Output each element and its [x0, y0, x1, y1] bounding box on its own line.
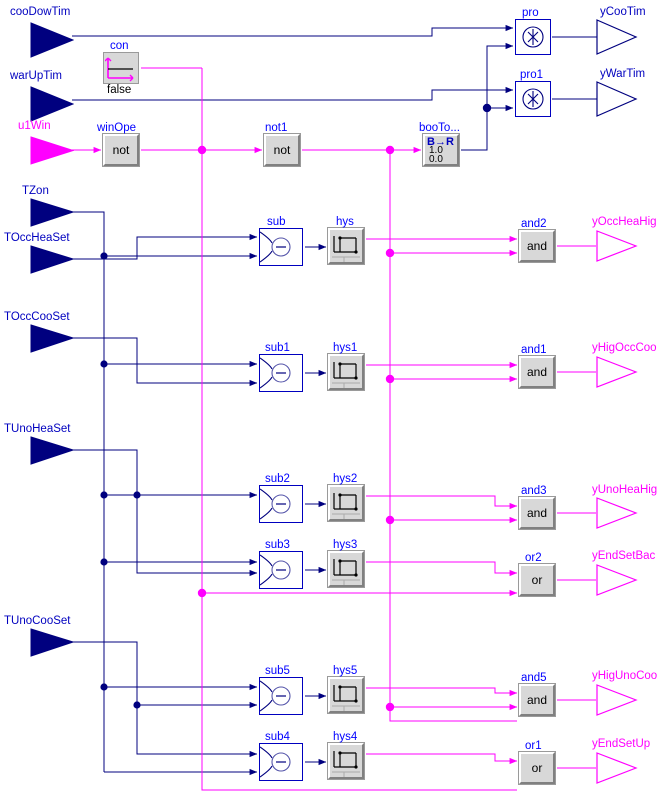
- output-label-yOccHeaHig: yOccHeaHig: [592, 216, 657, 228]
- input-label-TZon: TZon: [22, 185, 49, 197]
- block-booToRea[interactable]: B→R 1.0 0.0: [423, 134, 459, 166]
- block-label-or1: or1: [525, 740, 542, 752]
- block-con[interactable]: [103, 52, 139, 84]
- block-sub4[interactable]: [259, 743, 303, 781]
- block-label-winOpe: winOpe: [97, 122, 136, 134]
- block-winOpe[interactable]: not: [103, 134, 139, 166]
- output-connector-yWarTim[interactable]: [596, 81, 638, 122]
- block-hys[interactable]: [328, 228, 364, 264]
- block-or2[interactable]: or: [519, 564, 555, 596]
- block-label-hys2: hys2: [333, 473, 358, 485]
- output-label-yEndSetUp: yEndSetUp: [592, 738, 651, 750]
- block-label-sub4: sub4: [265, 731, 290, 743]
- block-and2[interactable]: and: [519, 230, 555, 262]
- output-connector-yEndSetBac[interactable]: [596, 564, 638, 601]
- input-connector-TUnoCooSet[interactable]: [30, 628, 75, 663]
- block-sub5[interactable]: [259, 677, 303, 715]
- block-caption-or1: or: [531, 761, 543, 775]
- block-value-con: false: [107, 84, 132, 96]
- block-and1[interactable]: and: [519, 356, 555, 388]
- block-pro1[interactable]: [515, 81, 551, 117]
- block-sub1[interactable]: [259, 354, 303, 392]
- block-label-pro1: pro1: [520, 69, 544, 81]
- block-not1[interactable]: not: [264, 134, 300, 166]
- input-connector-cooDowTim[interactable]: [30, 22, 75, 63]
- block-sub[interactable]: [259, 228, 303, 266]
- block-value-low-booToRea: 0.0: [429, 154, 443, 165]
- block-label-sub5: sub5: [265, 665, 290, 677]
- block-hys3[interactable]: [328, 551, 364, 587]
- output-label-yCooTim: yCooTim: [600, 6, 646, 18]
- input-label-TUnoCooSet: TUnoCooSet: [4, 615, 71, 627]
- input-connector-TUnoHeaSet[interactable]: [30, 436, 75, 471]
- output-label-yHigUnoCoo: yHigUnoCoo: [592, 670, 658, 682]
- output-label-yWarTim: yWarTim: [600, 68, 646, 80]
- block-label-hys: hys: [336, 216, 354, 228]
- block-caption-winOpe: not: [112, 143, 130, 157]
- input-label-TOccHeaSet: TOccHeaSet: [4, 232, 70, 244]
- block-label-booToRea: booTo...: [419, 122, 460, 134]
- block-caption-and5: and: [526, 693, 548, 707]
- block-label-sub3: sub3: [265, 539, 290, 551]
- input-label-TOccCooSet: TOccCooSet: [4, 311, 70, 323]
- block-and5[interactable]: and: [519, 684, 555, 716]
- block-label-hys4: hys4: [333, 731, 358, 743]
- input-connector-TZon[interactable]: [30, 198, 75, 233]
- input-connector-TOccHeaSet[interactable]: [30, 245, 75, 280]
- block-caption-and3: and: [526, 506, 548, 520]
- block-label-sub: sub: [267, 216, 286, 228]
- block-label-hys5: hys5: [333, 665, 358, 677]
- input-label-TUnoHeaSet: TUnoHeaSet: [4, 423, 71, 435]
- output-connector-yHigUnoCoo[interactable]: [596, 684, 638, 721]
- block-label-and3: and3: [521, 485, 547, 497]
- block-hys4[interactable]: [328, 743, 364, 779]
- block-label-hys1: hys1: [333, 342, 358, 354]
- block-label-and2: and2: [521, 218, 547, 230]
- block-hys1[interactable]: [328, 354, 364, 390]
- block-diagram-canvas: cooDowTim warUpTim u1Win TZon TOccHeaSet…: [0, 0, 664, 797]
- block-sub3[interactable]: [259, 551, 303, 589]
- block-or1[interactable]: or: [519, 752, 555, 784]
- block-hys2[interactable]: [328, 485, 364, 521]
- block-label-sub2: sub2: [265, 473, 290, 485]
- block-label-sub1: sub1: [265, 342, 290, 354]
- block-hys5[interactable]: [328, 677, 364, 713]
- input-label-u1Win: u1Win: [18, 120, 51, 132]
- output-label-yUnoHeaHig: yUnoHeaHig: [592, 484, 658, 496]
- block-pro[interactable]: [515, 19, 551, 55]
- input-connector-TOccCooSet[interactable]: [30, 324, 75, 359]
- block-caption-not1: not: [273, 143, 291, 157]
- block-caption-or2: or: [531, 573, 543, 587]
- output-label-yHigOccCoo: yHigOccCoo: [592, 342, 657, 354]
- block-caption-and2: and: [526, 239, 548, 253]
- output-connector-yUnoHeaHig[interactable]: [596, 497, 638, 534]
- block-label-pro: pro: [522, 7, 539, 19]
- input-label-cooDowTim: cooDowTim: [10, 6, 71, 18]
- block-caption-and1: and: [526, 365, 548, 379]
- block-label-hys3: hys3: [333, 539, 358, 551]
- block-label-and1: and1: [521, 344, 547, 356]
- block-label-and5: and5: [521, 672, 547, 684]
- block-label-not1: not1: [265, 122, 288, 134]
- input-connector-u1Win[interactable]: [30, 136, 75, 171]
- output-connector-yHigOccCoo[interactable]: [596, 356, 638, 393]
- block-and3[interactable]: and: [519, 497, 555, 529]
- block-label-con: con: [110, 40, 129, 52]
- output-connector-yEndSetUp[interactable]: [596, 752, 638, 789]
- block-label-or2: or2: [525, 552, 542, 564]
- output-connector-yOccHeaHig[interactable]: [596, 230, 638, 267]
- output-connector-yCooTim[interactable]: [596, 19, 638, 60]
- block-sub2[interactable]: [259, 485, 303, 523]
- output-label-yEndSetBac: yEndSetBac: [592, 550, 656, 562]
- input-label-warUpTim: warUpTim: [10, 70, 62, 82]
